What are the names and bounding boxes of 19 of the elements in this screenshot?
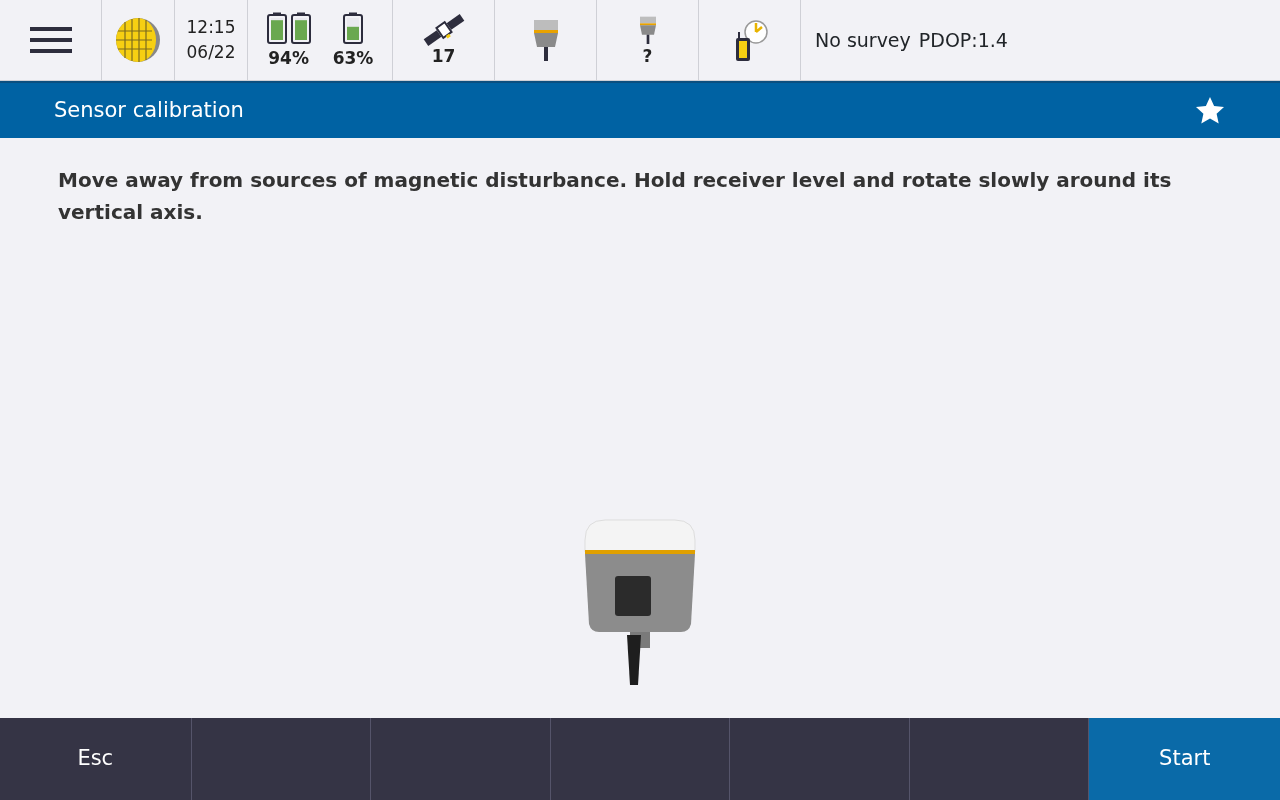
battery-icon bbox=[290, 11, 311, 44]
receiver-status-text: ? bbox=[642, 45, 653, 67]
page-title: Sensor calibration bbox=[54, 96, 244, 124]
battery-percent-text: 63% bbox=[332, 47, 374, 69]
start-button[interactable]: Start bbox=[1089, 718, 1280, 800]
time-text: 12:15 bbox=[186, 15, 236, 39]
survey-status-text: No survey bbox=[815, 27, 911, 53]
satellite-count: 17 bbox=[431, 45, 456, 67]
pdop-text: PDOP:1.4 bbox=[918, 27, 1008, 53]
satellites-button[interactable]: 17 bbox=[393, 0, 495, 80]
battery-icon bbox=[266, 11, 287, 44]
battery-percent-text: 94% bbox=[268, 47, 309, 69]
menu-icon bbox=[29, 26, 72, 54]
satellite-icon bbox=[421, 13, 466, 46]
instruction-text: Move away from sources of magnetic disturbance. Hold receiver level and rotate slowly around its vertical axis. bbox=[58, 167, 1173, 226]
receiver-button[interactable]: ? bbox=[597, 0, 699, 80]
date-text: 06/22 bbox=[186, 41, 236, 64]
battery-icon bbox=[343, 11, 363, 44]
globe-icon bbox=[115, 17, 161, 63]
